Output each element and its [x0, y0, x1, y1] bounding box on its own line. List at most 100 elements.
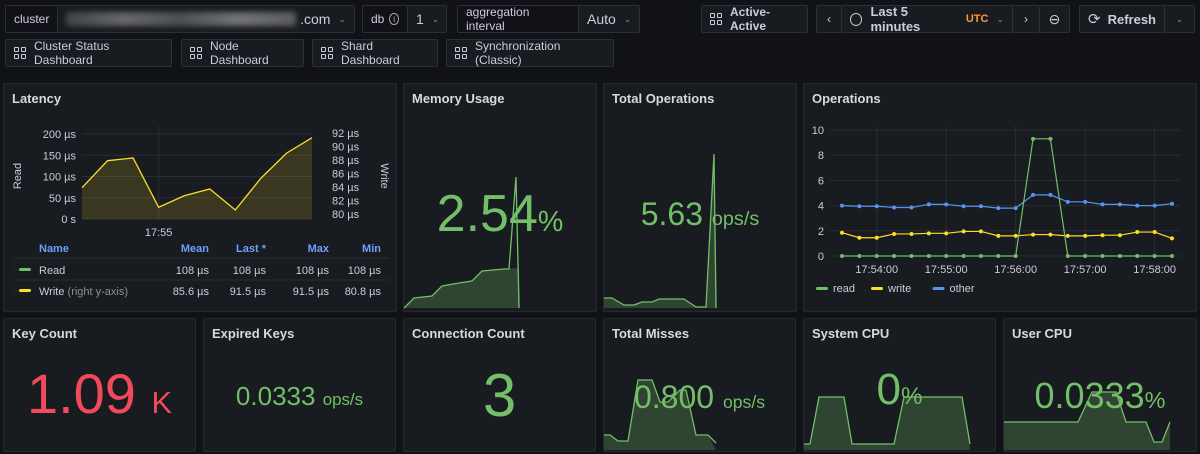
write-point: [1135, 230, 1140, 235]
y2-tick-label: 90 µs: [332, 142, 360, 154]
active-active-link[interactable]: Active-Active: [701, 5, 808, 33]
y-tick-label: 150 µs: [43, 150, 77, 162]
other-point: [1117, 202, 1122, 207]
y-tick-label: 2: [818, 226, 824, 238]
y-tick-label: 100 µs: [43, 172, 77, 184]
y-tick-label: 10: [812, 125, 824, 137]
other-point: [1031, 192, 1036, 197]
panel-title: Latency: [12, 91, 62, 106]
x-tick-label: 17:55: [145, 227, 173, 239]
link-label: Synchronization (Classic): [475, 39, 561, 67]
sparkline-area: [404, 268, 520, 308]
cluster-select[interactable]: .com ⌄: [57, 5, 355, 33]
write-point: [1083, 233, 1088, 238]
write-point: [1100, 233, 1105, 238]
db-select[interactable]: 1 ⌄: [407, 5, 447, 33]
y2-tick-label: 80 µs: [332, 209, 360, 221]
x-tick-label: 17:55:00: [925, 264, 968, 276]
y2-axis-label: Write: [378, 163, 390, 188]
y-tick-label: 50 µs: [49, 193, 77, 205]
other-point: [996, 206, 1001, 211]
write-point: [840, 230, 844, 235]
read-point: [1083, 254, 1088, 258]
zoom-out-icon: ⊖: [1048, 10, 1061, 27]
legend-min: 108 µs: [348, 265, 382, 277]
read-point: [857, 254, 862, 258]
refresh-label: Refresh: [1107, 11, 1156, 27]
legend-item-other: other: [950, 283, 975, 295]
other-point: [1013, 206, 1018, 211]
legend-series-name: Read: [39, 265, 65, 277]
stat-unit: %: [1144, 387, 1166, 413]
total-operations-panel: Total Operations 5.63 ops/s: [603, 83, 797, 312]
read-point: [978, 254, 983, 258]
stat-unit: ops/s: [722, 392, 766, 412]
read-point: [840, 254, 844, 258]
x-tick-label: 17:54:00: [855, 264, 898, 276]
refresh-button[interactable]: ⟳ Refresh: [1079, 5, 1165, 33]
legend-last: 91.5 µs: [230, 286, 267, 298]
write-point: [857, 235, 862, 240]
read-point: [1065, 254, 1070, 258]
connection-count-value: 3: [482, 362, 517, 429]
other-point: [961, 204, 966, 209]
other-point: [840, 203, 844, 208]
legend-last: 108 µs: [233, 265, 267, 277]
latency-chart: 0 s 50 µs 100 µs 150 µs 200 µs 80 µs82 µs 84 µ…: [12, 126, 390, 298]
clock-icon: [850, 12, 863, 26]
legend-min: 80.8 µs: [345, 286, 382, 298]
stat-unit: ops/s: [322, 390, 364, 409]
read-series-line: [842, 138, 1172, 257]
link-synchronization[interactable]: Synchronization (Classic): [446, 39, 614, 67]
read-point: [1152, 254, 1157, 258]
read-point: [892, 254, 897, 258]
zoom-out-button[interactable]: ⊖: [1039, 5, 1070, 33]
link-cluster-status[interactable]: Cluster Status Dashboard: [5, 39, 172, 67]
write-point: [909, 231, 914, 236]
stat-unit: ops/s: [711, 208, 760, 230]
link-shard[interactable]: Shard Dashboard: [312, 39, 438, 67]
link-label: Node Dashboard: [210, 39, 269, 67]
time-back-button[interactable]: ‹: [816, 5, 842, 33]
write-point: [961, 229, 966, 234]
dashboard-icon: [321, 47, 333, 59]
legend-max: 91.5 µs: [293, 286, 330, 298]
key-count-panel: Key Count 1.09 K: [3, 318, 196, 452]
read-point: [996, 254, 1001, 258]
time-range-picker[interactable]: Last 5 minutes UTC ⌄: [841, 4, 1013, 34]
operations-panel: Operations 0 2 4 6 8 10 17:54:00 17:55:00 17:56:…: [803, 83, 1197, 312]
read-point: [909, 254, 914, 258]
system-cpu-panel: System CPU 0%: [803, 318, 996, 452]
other-point: [909, 205, 914, 210]
read-point: [1048, 136, 1053, 141]
legend-color-swatch: [932, 287, 945, 290]
write-point: [926, 231, 931, 236]
legend-item-write: write: [887, 283, 911, 295]
read-point: [961, 254, 966, 258]
db-value: 1: [416, 11, 424, 27]
aggregation-select[interactable]: Auto ⌄: [578, 5, 640, 33]
chevron-down-icon: ⌄: [623, 13, 632, 24]
other-point: [978, 204, 983, 209]
write-point: [944, 231, 949, 236]
stat-number: 0: [876, 365, 901, 414]
legend-header: Name: [39, 243, 69, 255]
other-point: [874, 204, 879, 209]
link-node[interactable]: Node Dashboard: [181, 39, 304, 67]
read-point: [874, 254, 879, 258]
read-point: [926, 254, 931, 258]
legend-series-name: Write (right y-axis): [39, 286, 128, 298]
chevron-down-icon: ⌄: [431, 13, 440, 24]
other-point: [892, 205, 897, 210]
write-point: [1065, 233, 1070, 238]
dashboard-icon: [455, 47, 467, 59]
read-point: [1031, 136, 1036, 141]
stat-unit: K: [151, 385, 173, 420]
time-forward-button[interactable]: ›: [1012, 5, 1040, 33]
refresh-interval-select[interactable]: ⌄: [1164, 5, 1195, 33]
info-icon[interactable]: i: [389, 13, 399, 25]
y2-tick-label: 92 µs: [332, 128, 360, 140]
y-tick-label: 200 µs: [43, 129, 77, 141]
panel-title: Key Count: [12, 326, 77, 341]
chevron-down-icon: ⌄: [1175, 13, 1184, 24]
